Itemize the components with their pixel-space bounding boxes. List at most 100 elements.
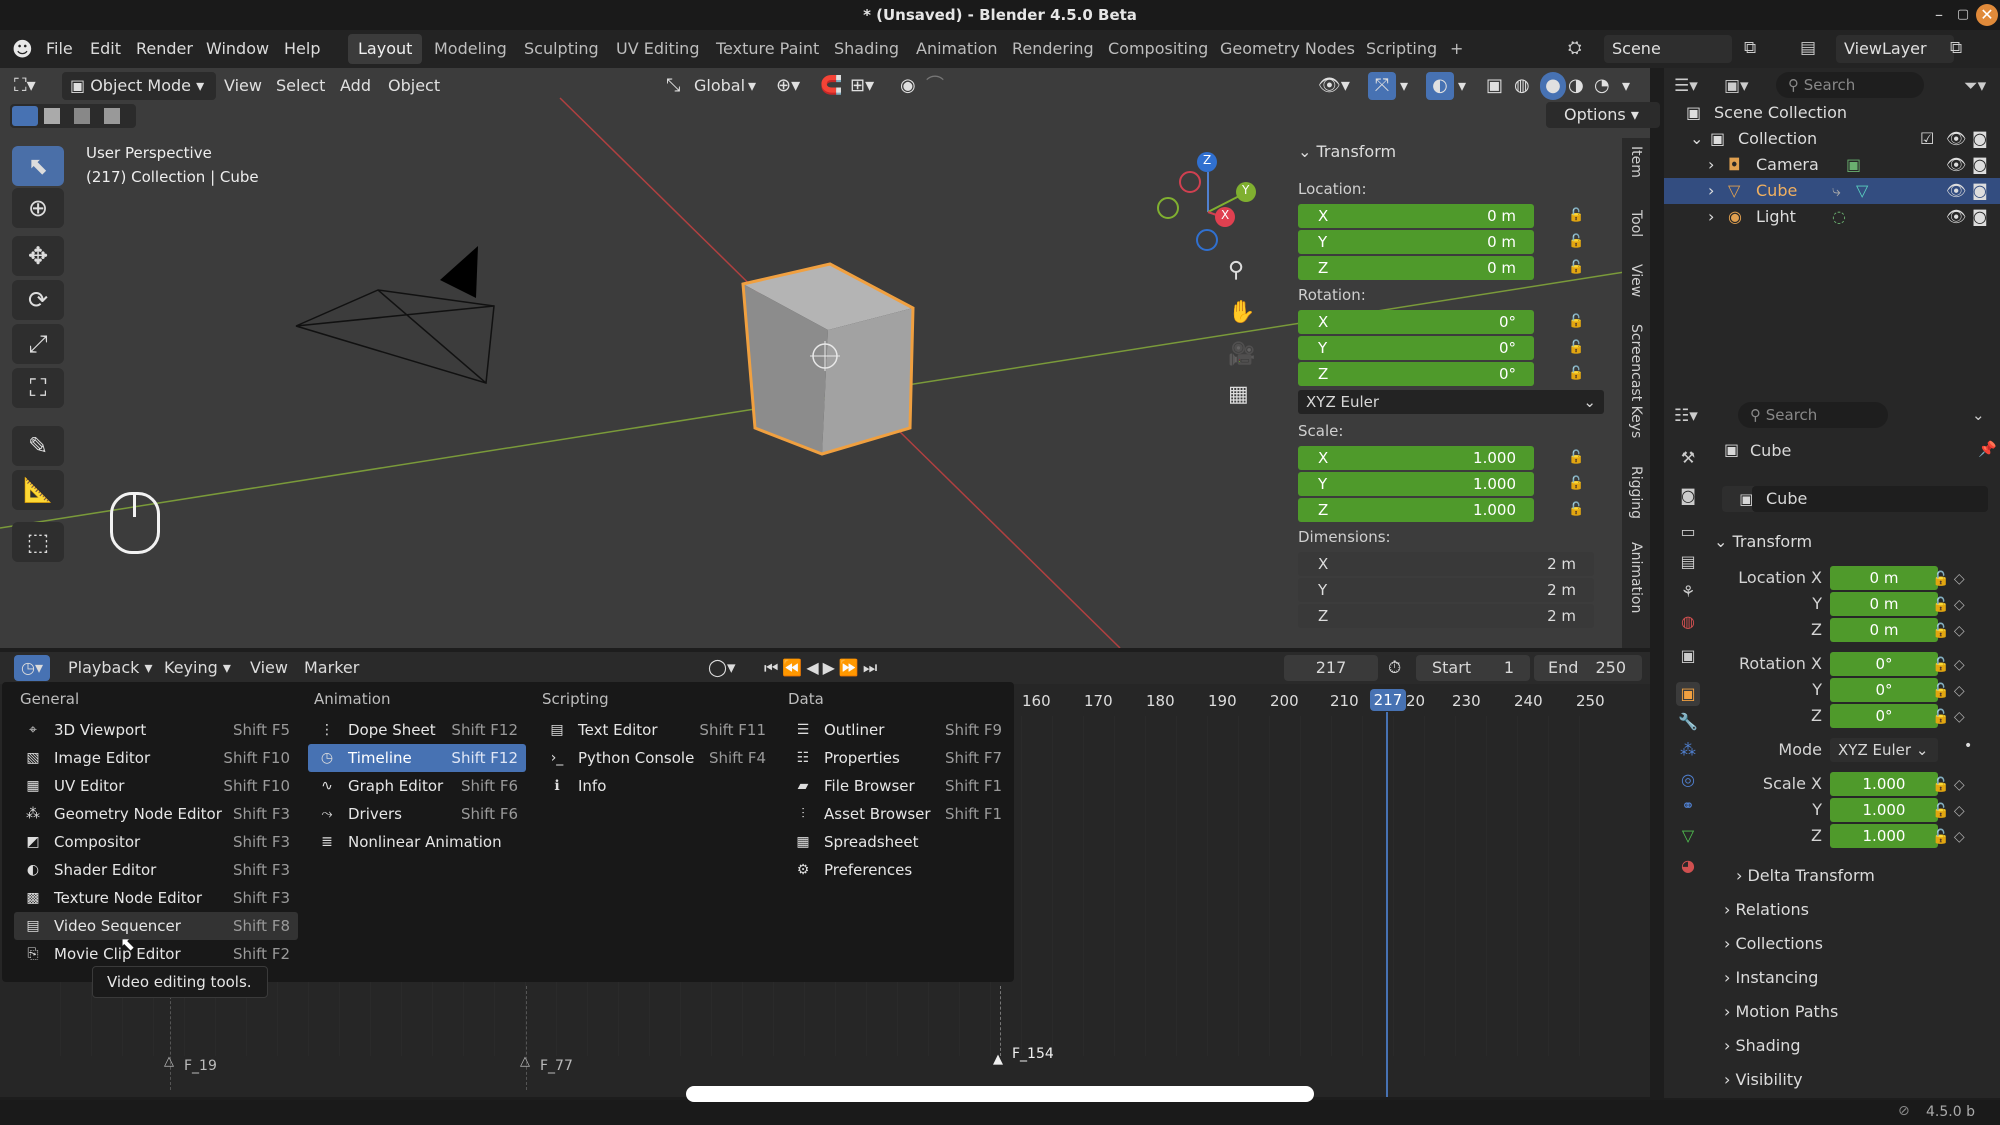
menu-item-graph-editor[interactable]: ∿ Graph Editor Shift F6 [308,772,526,800]
camera-view-icon[interactable]: 🎥 [1228,342,1255,367]
lock-icon[interactable]: 🔓 [1568,314,1584,330]
menu-item-outliner[interactable]: ☰ Outliner Shift F9 [784,716,1010,744]
menu-item-shader-editor[interactable]: ◐ Shader Editor Shift F3 [14,856,298,884]
outliner-collection[interactable]: ⌄ ▣ Collection ☑ 👁 ◙ [1664,126,2000,152]
scale-y-field[interactable]: Y 1.000 [1298,472,1534,496]
collection-tab-icon[interactable]: ▣ [1676,644,1700,668]
render-camera-icon[interactable]: ◙ [1972,204,1988,230]
options-dropdown[interactable]: Options ▾ [1546,102,1660,128]
menu-item-asset-browser[interactable]: ⫶ Asset Browser Shift F1 [784,800,1010,828]
dimension-x-field[interactable]: X2 m [1298,552,1594,576]
select-extend-icon[interactable] [44,108,60,124]
chevron-down-icon[interactable]: ▾ [1400,72,1408,100]
editor-type-icon[interactable]: ⛶▾ [14,72,36,100]
render-camera-icon[interactable]: ◙ [1972,152,1988,178]
select-intersect-icon[interactable] [104,108,120,124]
motion-paths-section[interactable]: › Motion Paths [1724,1002,1838,1021]
menu-render[interactable]: Render [136,39,193,58]
menu-item-compositor[interactable]: ◩ Compositor Shift F3 [14,828,298,856]
editor-type-button[interactable]: ◷▾ [14,655,50,681]
3d-viewport[interactable]: Z Y X ⛶▾ ▣ Object Mode ▾ View Select Add… [0,68,1660,648]
menu-select[interactable]: Select [276,72,325,100]
overlay-toggle-icon[interactable]: ◐ [1426,72,1454,100]
lock-icon[interactable]: 🔓 [1568,234,1584,250]
view-layer-selector[interactable]: ViewLayer [1836,35,1954,63]
pin-icon[interactable]: 📌 [1978,440,1997,458]
exclude-checkbox[interactable]: ☑ [1920,126,1934,152]
start-frame-field[interactable]: Start 1 [1416,655,1530,681]
view-layer-tab-icon[interactable]: ▤ [1676,550,1700,574]
dimension-y-field[interactable]: Y2 m [1298,578,1594,602]
menu-marker[interactable]: Marker [304,658,359,677]
menu-keying[interactable]: Keying ▾ [164,658,231,677]
menu-item-geometry-node-editor[interactable]: ⁂ Geometry Node Editor Shift F3 [14,800,298,828]
material-shading-icon[interactable]: ◑ [1568,72,1584,100]
tab-screencast-keys[interactable]: Screencast Keys [1628,324,1644,438]
marker-icon[interactable]: ▲ [993,1052,1003,1067]
scale-tool[interactable]: ⤢ [12,324,64,364]
prop-locks-keyframes[interactable]: 🔓 ◇ 🔓 ◇ 🔓 ◇ [1932,772,1992,850]
lock-icon[interactable]: 🔓 [1568,502,1584,518]
delta-transform-section[interactable]: › Delta Transform [1736,866,1875,885]
record-icon[interactable]: ◯▾ [708,658,736,678]
menu-item-dope-sheet[interactable]: ⋮ Dope Sheet Shift F12 [308,716,526,744]
menu-window[interactable]: Window [206,39,269,58]
location-z-field[interactable]: Z0 m [1298,256,1534,280]
visibility-icon[interactable]: 👁▾ [1318,72,1350,100]
constraints-tab-icon[interactable]: ⚭ [1676,794,1700,818]
menu-view[interactable]: View [224,72,262,100]
pan-hand-icon[interactable]: ✋ [1228,300,1255,325]
outliner-item-camera[interactable]: › ◘ Camera ▣ 👁 ◙ [1664,152,2000,178]
tab-rendering[interactable]: Rendering [1002,34,1104,64]
rotation-y-field[interactable]: Y 0° [1298,336,1534,360]
prop-rotation-y[interactable]: 0° [1830,678,1938,702]
modifier-tab-icon[interactable]: 🔧 [1676,710,1700,734]
scale-x-field[interactable]: X 1.000 [1298,446,1534,470]
transform-tool[interactable]: ⛶ [12,368,64,408]
menu-item-3d-viewport[interactable]: ⌖ 3D Viewport Shift F5 [14,716,298,744]
tab-animation[interactable]: Animation [906,34,1008,64]
lock-icon[interactable]: 🔓 [1568,208,1584,224]
playhead-line[interactable] [1386,712,1388,1097]
orientation-dropdown[interactable]: Global [694,72,745,100]
menu-playback[interactable]: Playback ▾ [68,658,153,677]
prop-location-x[interactable]: 0 m [1830,566,1938,590]
lock-icon[interactable]: 🔓 [1568,340,1584,356]
location-y-field[interactable]: Y0 m [1298,230,1534,254]
scale-z-field[interactable]: Z 1.000 [1298,498,1534,522]
properties-editor-icon[interactable]: ☷▾ [1674,406,1698,426]
lock-icon[interactable]: 🔓 [1568,450,1584,466]
menu-item-preferences[interactable]: ⚙ Preferences [784,856,1010,884]
physics-tab-icon[interactable]: ◎ [1676,768,1700,792]
prop-scale-y[interactable]: 1.000 [1830,798,1938,822]
add-workspace-button[interactable]: + [1440,34,1473,64]
current-frame-field[interactable]: 217 [1284,655,1378,681]
pivot-icon[interactable]: ⊕▾ [776,72,800,100]
menu-item-uv-editor[interactable]: ▦ UV Editor Shift F10 [14,772,298,800]
object-mode-dropdown[interactable]: ▣ Object Mode ▾ [62,72,216,100]
prop-rotation-x[interactable]: 0° [1830,652,1938,676]
add-cube-tool[interactable]: ⬚ [12,522,64,562]
tab-tool[interactable]: Tool [1628,210,1644,237]
object-tab-icon[interactable]: ▣ [1676,682,1700,706]
collections-section[interactable]: › Collections [1724,934,1823,953]
tab-uv-editing[interactable]: UV Editing [606,34,709,64]
instancing-section[interactable]: › Instancing [1724,968,1818,987]
menu-add[interactable]: Add [340,72,371,100]
properties-editor[interactable]: ☷▾ ⚲ Search ⌄ ⚒ ◙ ▭ ▤ ⚘ ◍ ▣ ▣ 🔧 ⁂ ◎ ⚭ ▽ … [1664,398,2000,1098]
output-tab-icon[interactable]: ▭ [1676,520,1700,544]
outliner-item-light[interactable]: › ◉ Light ◌ 👁 ◙ [1664,204,2000,230]
filter-icon[interactable]: ⏷▾ [1964,76,1986,96]
menu-item-texture-node-editor[interactable]: ▩ Texture Node Editor Shift F3 [14,884,298,912]
tab-compositing[interactable]: Compositing [1098,34,1218,64]
object-name-field[interactable]: Cube [1752,486,1988,512]
prop-location-z[interactable]: 0 m [1830,618,1938,642]
prop-scale-x[interactable]: 1.000 [1830,772,1938,796]
chevron-down-icon[interactable]: ▾ [1458,72,1466,100]
eye-icon[interactable]: 👁 [1946,126,1966,152]
select-subtract-icon[interactable] [74,108,90,124]
tab-sculpting[interactable]: Sculpting [514,34,609,64]
transform-panel-header[interactable]: ⌄ Transform [1298,142,1396,161]
measure-tool[interactable]: 📐 [12,470,64,510]
perspective-grid-icon[interactable]: ▦ [1228,382,1249,407]
